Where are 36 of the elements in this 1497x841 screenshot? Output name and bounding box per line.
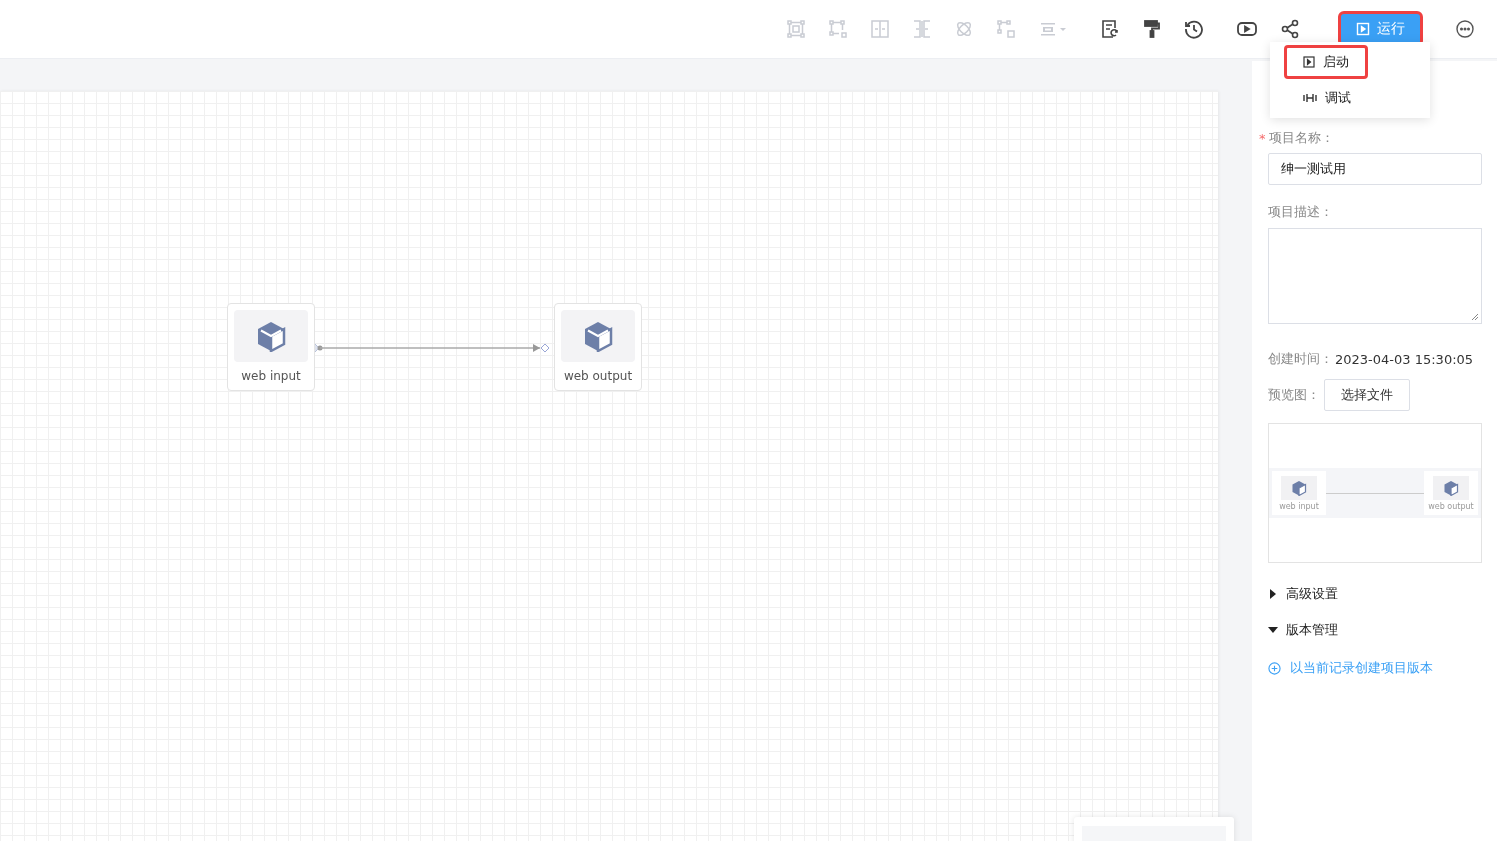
share-icon[interactable]	[1280, 19, 1300, 39]
cube-icon	[1291, 479, 1307, 496]
caret-icon	[1268, 589, 1278, 599]
field-label: 创建时间：	[1268, 350, 1333, 368]
history-icon[interactable]	[1184, 19, 1204, 39]
node-label: web output	[563, 369, 633, 383]
project-name-field[interactable]: 绅一测试用	[1268, 153, 1482, 185]
more-icon[interactable]	[1455, 19, 1475, 39]
caret-icon	[1268, 625, 1278, 635]
paint-roller-icon[interactable]	[1142, 19, 1162, 39]
cube-icon	[255, 320, 287, 352]
play-square-icon	[1356, 22, 1370, 36]
play-square-icon	[1303, 56, 1315, 68]
plus-circle-icon	[1268, 661, 1281, 675]
collapsible-section[interactable]: 版本管理	[1268, 621, 1338, 639]
resize-grip-icon[interactable]	[1471, 313, 1479, 321]
node-label: web input	[241, 369, 301, 383]
menu-item[interactable]: 启动	[1284, 45, 1368, 79]
collapsible-section[interactable]: 高级设置	[1268, 585, 1338, 603]
required-asterisk: *	[1259, 130, 1266, 146]
cube-icon	[582, 320, 614, 352]
thumbnail-label: web output	[1428, 501, 1474, 511]
document-refresh-icon[interactable]	[1100, 19, 1120, 39]
created-time: 2023-04-03 15:30:05	[1335, 351, 1474, 367]
debug-icon	[1303, 93, 1317, 103]
flow-node[interactable]: web input	[227, 303, 315, 391]
play-video-icon[interactable]	[1236, 19, 1258, 39]
field-label: 项目描述：	[1268, 203, 1334, 221]
flow-node[interactable]: web output	[554, 303, 642, 391]
menu-item[interactable]: 调试	[1284, 81, 1370, 115]
thumbnail-label: web input	[1279, 501, 1319, 511]
description-field[interactable]	[1268, 228, 1482, 324]
choose-file-button[interactable]: 选择文件	[1324, 379, 1410, 411]
cube-icon	[1443, 479, 1459, 496]
field-label: 预览图：	[1268, 386, 1320, 404]
field-label: 项目名称：	[1268, 129, 1334, 147]
